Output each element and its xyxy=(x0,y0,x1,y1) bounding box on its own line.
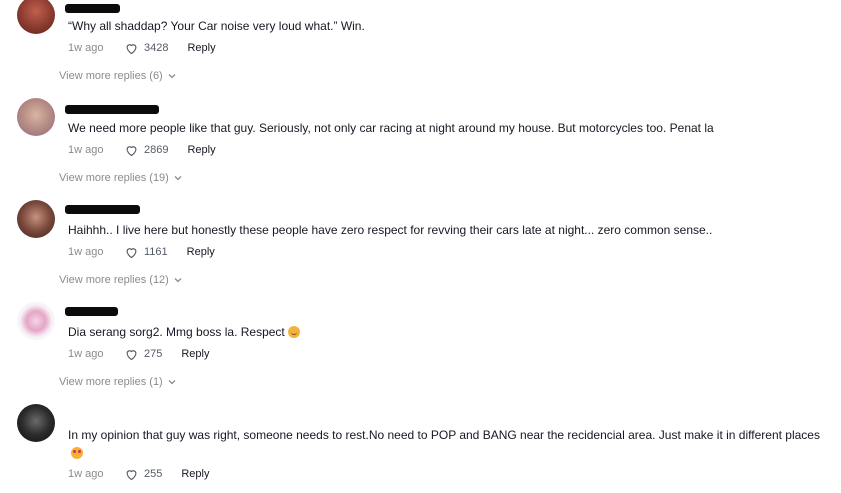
reply-button[interactable]: Reply xyxy=(187,144,215,156)
view-more-replies-label: View more replies (19) xyxy=(59,172,169,184)
heart-outline-icon xyxy=(126,43,137,54)
comment-timestamp: 1w ago xyxy=(68,42,104,54)
like-count: 2869 xyxy=(144,144,169,156)
heart-outline-icon xyxy=(126,349,137,360)
like-count: 275 xyxy=(144,348,163,360)
comment-meta: 1w ago 1161 Reply xyxy=(68,244,215,260)
avatar[interactable] xyxy=(17,404,55,442)
avatar[interactable] xyxy=(17,200,55,238)
like-button[interactable]: 255 xyxy=(124,467,162,482)
comment-meta: 1w ago 255 Reply xyxy=(68,466,209,482)
comment-text: We need more people like that guy. Serio… xyxy=(68,121,714,135)
view-more-replies-button[interactable]: View more replies (6) xyxy=(59,70,177,82)
like-count: 1161 xyxy=(144,246,168,258)
comment-timestamp: 1w ago xyxy=(68,144,104,156)
comment-item: Haihhh.. I live here but honestly these … xyxy=(0,200,841,292)
view-more-replies-label: View more replies (1) xyxy=(59,376,163,388)
comment-meta: 1w ago 3428 Reply xyxy=(68,40,216,56)
redacted-username xyxy=(65,105,159,114)
comment-text: Dia serang sorg2. Mmg boss la. Respect xyxy=(68,323,828,341)
avatar[interactable] xyxy=(17,0,55,34)
chevron-down-icon xyxy=(174,176,182,181)
comment-meta: 1w ago 2869 Reply xyxy=(68,142,216,158)
chevron-down-icon xyxy=(168,74,176,79)
like-count: 255 xyxy=(144,468,163,480)
redacted-username xyxy=(65,4,120,13)
comment-text: “Why all shaddap? Your Car noise very lo… xyxy=(68,19,365,33)
comment-timestamp: 1w ago xyxy=(68,348,104,360)
heart-outline-icon xyxy=(126,469,137,480)
heart-outline-icon xyxy=(126,145,137,156)
chevron-down-icon xyxy=(168,380,176,385)
comment-timestamp: 1w ago xyxy=(68,246,104,258)
like-button[interactable]: 2869 xyxy=(124,143,168,158)
view-more-replies-label: View more replies (12) xyxy=(59,274,169,286)
reply-button[interactable]: Reply xyxy=(181,348,209,360)
heart-outline-icon xyxy=(126,247,137,258)
smiling-face-with-hearts-emoji xyxy=(71,447,83,459)
like-button[interactable]: 1161 xyxy=(124,245,168,260)
like-count: 3428 xyxy=(144,42,169,54)
reply-button[interactable]: Reply xyxy=(187,246,215,258)
view-more-replies-label: View more replies (6) xyxy=(59,70,163,82)
comment-item: “Why all shaddap? Your Car noise very lo… xyxy=(0,0,841,90)
comment-item: Dia serang sorg2. Mmg boss la. Respect 1… xyxy=(0,302,841,394)
comment-item: In my opinion that guy was right, someon… xyxy=(0,404,841,493)
view-more-replies-button[interactable]: View more replies (1) xyxy=(59,376,177,388)
like-button[interactable]: 275 xyxy=(124,347,162,362)
avatar[interactable] xyxy=(17,302,55,340)
avatar[interactable] xyxy=(17,98,55,136)
like-button[interactable]: 3428 xyxy=(124,41,168,56)
hugging-face-emoji xyxy=(287,326,300,338)
comment-text: Haihhh.. I live here but honestly these … xyxy=(68,223,713,237)
comment-timestamp: 1w ago xyxy=(68,468,104,480)
chevron-down-icon xyxy=(174,278,182,283)
reply-button[interactable]: Reply xyxy=(181,468,209,480)
view-more-replies-button[interactable]: View more replies (12) xyxy=(59,274,183,286)
redacted-username xyxy=(65,307,118,316)
comment-item: We need more people like that guy. Serio… xyxy=(0,98,841,190)
comment-text: In my opinion that guy was right, someon… xyxy=(68,426,828,462)
redacted-username xyxy=(65,205,140,214)
comment-meta: 1w ago 275 Reply xyxy=(68,346,209,362)
reply-button[interactable]: Reply xyxy=(187,42,215,54)
view-more-replies-button[interactable]: View more replies (19) xyxy=(59,172,183,184)
